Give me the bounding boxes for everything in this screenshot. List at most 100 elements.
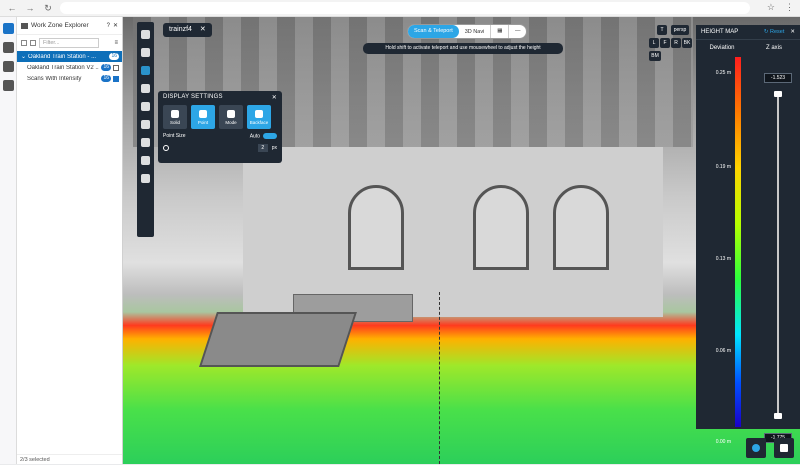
chevron-down-icon[interactable]: ⌄: [21, 53, 26, 60]
display-settings-title: DISPLAY SETTINGS: [163, 94, 223, 100]
selection-status: 2/3 selected: [17, 454, 122, 464]
close-icon[interactable]: ✕: [200, 26, 206, 33]
folder-icon: [21, 22, 28, 29]
window-arch: [553, 185, 609, 270]
navigation-mode-bar: Scan & Teleport 3D Navi ▦ —: [407, 24, 528, 39]
browser-toolbar: ← → ↻ ☆ ⋮: [0, 0, 800, 17]
mode-button[interactable]: Mode: [219, 105, 243, 129]
gear-icon[interactable]: [141, 102, 150, 111]
paste-icon[interactable]: [30, 40, 36, 46]
fullscreen-icon: [780, 444, 788, 452]
auto-label: Auto: [249, 133, 260, 140]
count-badge: 16: [101, 64, 111, 71]
count-badge: 16: [101, 75, 111, 82]
work-zone-explorer: Work Zone Explorer ? ✕ Filter... ≡ ⌄ Oak…: [17, 17, 123, 464]
persp-button[interactable]: persp: [671, 25, 689, 35]
layers-icon[interactable]: [3, 42, 14, 53]
globe-view-button[interactable]: [746, 438, 766, 458]
teleport-hint: Hold shift to activate teleport and use …: [363, 43, 563, 54]
home-icon[interactable]: [141, 30, 150, 39]
view-left-button[interactable]: L: [649, 38, 659, 48]
close-icon[interactable]: ✕: [113, 22, 118, 29]
3d-viewport[interactable]: trainzf4 ✕ Scan & Teleport 3D Navi ▦ — H…: [123, 17, 800, 464]
people-icon[interactable]: [3, 80, 14, 91]
list-item[interactable]: ⌄ Oakland Train Station - ... 16: [17, 51, 122, 62]
fullscreen-button[interactable]: [774, 438, 794, 458]
auto-toggle[interactable]: [263, 133, 277, 139]
close-icon[interactable]: ✕: [790, 29, 795, 35]
ruler-icon[interactable]: [141, 138, 150, 147]
height-map-title: HEIGHT MAP: [701, 29, 739, 35]
visibility-checkbox[interactable]: [113, 64, 119, 71]
view-right-button[interactable]: R: [671, 38, 681, 48]
reset-button[interactable]: ↻ Reset: [764, 29, 785, 35]
point-size-unit: px: [271, 145, 277, 152]
z-range-track: [777, 93, 779, 418]
flag-icon[interactable]: [141, 84, 150, 93]
point-size-slider[interactable]: [163, 145, 169, 152]
square-icon: [227, 110, 235, 118]
deviation-gradient: [735, 57, 741, 427]
point-size-label: Point Size: [163, 133, 186, 139]
deviation-label: Deviation: [709, 45, 735, 51]
reload-icon[interactable]: ↻: [42, 3, 54, 14]
count-badge: 16: [109, 53, 119, 60]
tick-label: 0.25 m: [715, 70, 731, 76]
3d-navi-button[interactable]: 3D Navi: [459, 29, 491, 35]
app-rail: [0, 17, 17, 464]
back-icon[interactable]: ←: [6, 3, 18, 13]
solid-button[interactable]: Solid: [163, 105, 187, 129]
tick-label: 0.19 m: [715, 164, 731, 170]
display-settings-panel: DISPLAY SETTINGS ✕ Solid Point Mode Back…: [158, 91, 282, 163]
backface-button[interactable]: Backface: [247, 105, 271, 129]
z-top-input[interactable]: -1.523: [764, 73, 792, 83]
point-size-value[interactable]: 2: [257, 144, 268, 153]
z-bottom-handle[interactable]: [774, 413, 782, 419]
view-front-button[interactable]: F: [660, 38, 670, 48]
view-bottom-button[interactable]: BM: [649, 51, 661, 61]
scan-teleport-button[interactable]: Scan & Teleport: [408, 25, 459, 38]
scene-tab[interactable]: trainzf4 ✕: [163, 23, 212, 37]
minus-icon[interactable]: —: [508, 25, 526, 38]
z-top-handle[interactable]: [774, 91, 782, 97]
height-map-panel: HEIGHT MAP ↻ Reset ✕ Deviation Z axis 0.…: [696, 25, 800, 445]
filter-icon[interactable]: ≡: [114, 40, 118, 46]
info-icon[interactable]: [141, 174, 150, 183]
sphere-icon[interactable]: [141, 48, 150, 57]
tick-label: 0.00 m: [715, 439, 731, 445]
pin-icon[interactable]: [141, 120, 150, 129]
help-icon[interactable]: ?: [107, 23, 110, 29]
menu-icon[interactable]: ⋮: [785, 2, 794, 13]
point-button[interactable]: Point: [191, 105, 215, 129]
address-bar[interactable]: [60, 2, 750, 14]
cube-icon: [171, 110, 179, 118]
view-cube: T persp L F R BK BM: [649, 23, 695, 73]
copy-icon[interactable]: [21, 40, 27, 46]
view-back-button[interactable]: BK: [682, 38, 692, 48]
view-top-button[interactable]: T: [657, 25, 667, 35]
visibility-checkbox[interactable]: [113, 75, 119, 82]
list-item[interactable]: Oakland Train Station V2 ... 16: [17, 62, 122, 73]
tick-label: 0.13 m: [715, 256, 731, 262]
window-arch: [473, 185, 529, 270]
explorer-icon[interactable]: [3, 23, 14, 34]
points-icon: [199, 110, 207, 118]
tick-label: 0.06 m: [715, 348, 731, 354]
list-item[interactable]: Scans With Intensity 16: [17, 73, 122, 84]
vertical-guide: [439, 292, 440, 464]
globe-icon: [752, 444, 760, 452]
window-arch: [348, 185, 404, 270]
filter-input[interactable]: Filter...: [39, 38, 99, 48]
view-tools-rail: [137, 22, 154, 237]
explorer-title: Work Zone Explorer: [31, 22, 89, 29]
backface-icon: [255, 110, 263, 118]
z-axis-label: Z axis: [765, 45, 782, 51]
grid-icon[interactable]: ▦: [490, 25, 508, 38]
forward-icon[interactable]: →: [24, 3, 36, 13]
star-icon[interactable]: ☆: [767, 2, 775, 13]
close-icon[interactable]: ✕: [272, 94, 277, 101]
crop-icon[interactable]: [141, 156, 150, 165]
display-icon[interactable]: [141, 66, 150, 75]
globe-icon[interactable]: [3, 61, 14, 72]
bench-render: [199, 312, 357, 367]
